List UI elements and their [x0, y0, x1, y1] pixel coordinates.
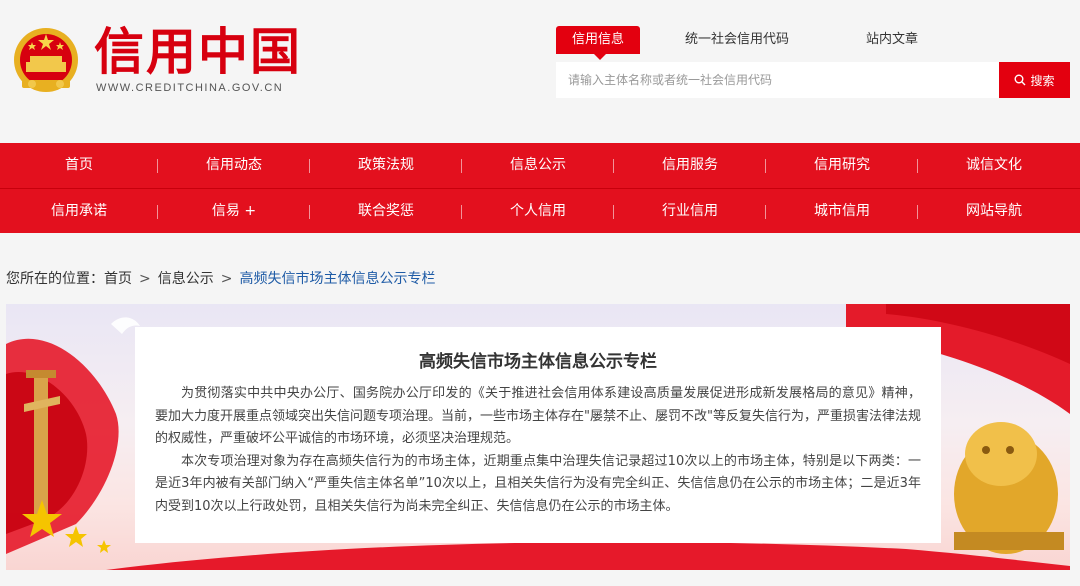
star-icon [97, 540, 111, 553]
site-header: 信用中国 WWW.CREDITCHINA.GOV.CN 信用信息 统一社会信用代… [0, 0, 1080, 143]
nav-item-industry-credit[interactable]: 行业信用 [614, 189, 766, 234]
breadcrumb-current[interactable]: 高频失信市场主体信息公示专栏 [239, 271, 435, 287]
nav-item-joint-rewards[interactable]: 联合奖惩 [310, 189, 462, 234]
nav-item-credit-services[interactable]: 信用服务 [614, 143, 766, 188]
star-icon [65, 526, 87, 547]
breadcrumb-prefix: 您所在的位置： [6, 271, 104, 287]
nav-row-2: 信用承诺 信易 + 联合奖惩 个人信用 行业信用 城市信用 网站导航 [0, 188, 1080, 234]
nav-item-personal-credit[interactable]: 个人信用 [462, 189, 614, 234]
search-button-label: 搜索 [1030, 73, 1055, 88]
card-paragraph: 本次专项治理对象为存在高频失信行为的市场主体，近期重点集中治理失信记录超过10次… [155, 453, 921, 514]
nav-item-credit-news[interactable]: 信用动态 [158, 143, 310, 188]
nav-item-xinyi-plus[interactable]: 信易 + [158, 189, 310, 234]
search-input[interactable] [556, 62, 999, 98]
nav-item-policies[interactable]: 政策法规 [310, 143, 462, 188]
breadcrumb-separator: > [220, 271, 233, 287]
column-banner: 高频失信市场主体信息公示专栏 为贯彻落实中共中央办公厅、国务院办公厅印发的《关于… [6, 304, 1070, 570]
site-title[interactable]: 信用中国 [94, 24, 302, 80]
nav-item-public-info[interactable]: 信息公示 [462, 143, 614, 188]
info-card: 高频失信市场主体信息公示专栏 为贯彻落实中共中央办公厅、国务院办公厅印发的《关于… [135, 327, 941, 543]
tab-credit-code[interactable]: 统一社会信用代码 [682, 26, 792, 54]
nav-item-integrity-culture[interactable]: 诚信文化 [918, 143, 1070, 188]
tab-credit-info[interactable]: 信用信息 [556, 26, 640, 60]
breadcrumb-separator: > [139, 271, 151, 287]
site-url: WWW.CREDITCHINA.GOV.CN [96, 82, 284, 94]
nav-row-1: 首页 信用动态 政策法规 信息公示 信用服务 信用研究 诚信文化 [0, 143, 1080, 188]
national-emblem-icon[interactable] [12, 24, 80, 96]
breadcrumb-home[interactable]: 首页 [104, 271, 132, 287]
search-icon [1014, 74, 1026, 86]
nav-item-credit-pledge[interactable]: 信用承诺 [0, 189, 158, 234]
card-paragraph: 为贯彻落实中共中央办公厅、国务院办公厅印发的《关于推进社会信用体系建设高质量发展… [155, 386, 921, 446]
nav-item-credit-research[interactable]: 信用研究 [766, 143, 918, 188]
card-title: 高频失信市场主体信息公示专栏 [419, 352, 657, 372]
tab-site-articles[interactable]: 站内文章 [852, 26, 932, 54]
nav-item-site-map[interactable]: 网站导航 [918, 189, 1070, 234]
search-button[interactable]: 搜索 [999, 62, 1070, 98]
card-body: 为贯彻落实中共中央办公厅、国务院办公厅印发的《关于推进社会信用体系建设高质量发展… [155, 383, 921, 518]
main-nav: 首页 信用动态 政策法规 信息公示 信用服务 信用研究 诚信文化 信用承诺 信易… [0, 143, 1080, 233]
nav-item-city-credit[interactable]: 城市信用 [766, 189, 918, 234]
nav-item-home[interactable]: 首页 [0, 143, 158, 188]
breadcrumb: 您所在的位置：首页 > 信息公示 > 高频失信市场主体信息公示专栏 [6, 268, 435, 288]
breadcrumb-public-info[interactable]: 信息公示 [158, 271, 214, 287]
